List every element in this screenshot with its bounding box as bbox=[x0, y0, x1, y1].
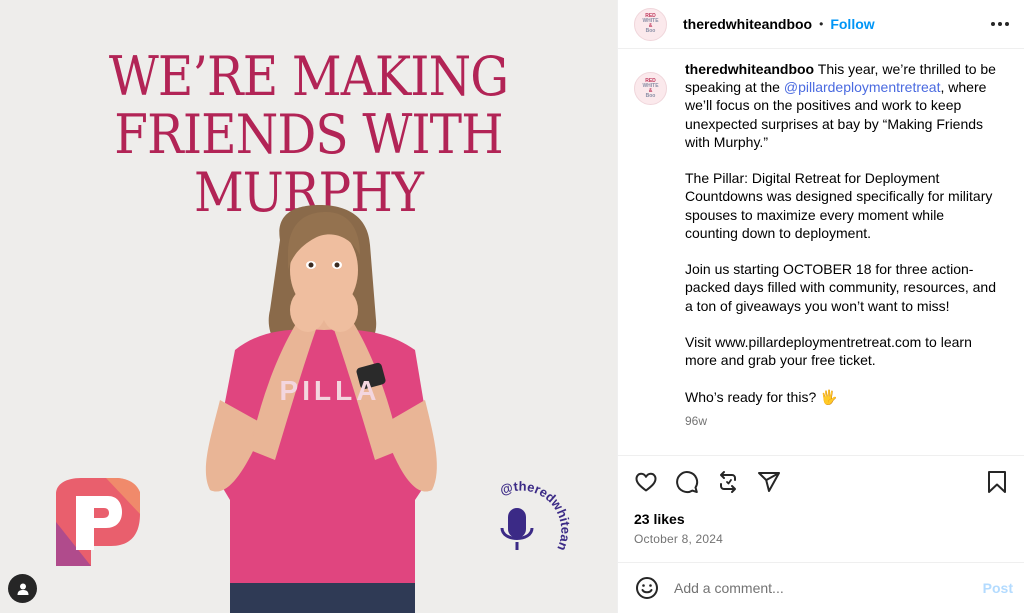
bookmark-icon bbox=[988, 471, 1006, 493]
follow-button[interactable]: Follow bbox=[830, 16, 874, 32]
avatar[interactable]: RED WHITE & Boo bbox=[634, 7, 667, 41]
headline-line-2: FRIENDS WITH bbox=[114, 103, 503, 166]
send-icon bbox=[758, 472, 780, 492]
comment-input[interactable] bbox=[674, 580, 983, 596]
comment-bar: Post bbox=[618, 563, 1024, 613]
caption-para-5: Who’s ready for this? 🖐 bbox=[685, 388, 838, 405]
post-header: RED WHITE & Boo theredwhiteandboo • Foll… bbox=[618, 0, 1024, 49]
post-sidebar: RED WHITE & Boo theredwhiteandboo • Foll… bbox=[617, 0, 1024, 613]
repost-button[interactable] bbox=[716, 470, 740, 494]
post-date[interactable]: October 8, 2024 bbox=[634, 532, 723, 546]
post-headline: WE’RE MAKING FRIENDS WITH MURPHY bbox=[31, 48, 586, 222]
caption-section: RED WHITE & Boo theredwhiteandboo This y… bbox=[618, 60, 1024, 455]
person-photo: PILLA bbox=[205, 205, 437, 613]
send-button[interactable] bbox=[757, 470, 781, 494]
post-comment-button[interactable]: Post bbox=[983, 580, 1013, 596]
action-bar bbox=[634, 468, 1009, 496]
pillar-logo bbox=[56, 478, 140, 566]
header-separator: • bbox=[819, 17, 824, 31]
post-age[interactable]: 96w bbox=[685, 412, 1000, 430]
comment-button[interactable] bbox=[675, 470, 699, 494]
caption-username-link[interactable]: theredwhiteandboo bbox=[685, 61, 814, 77]
emoji-button[interactable] bbox=[634, 575, 660, 601]
comment-icon bbox=[676, 471, 699, 494]
more-options-button[interactable] bbox=[988, 12, 1012, 36]
caption-para-3: Join us starting OCTOBER 18 for three ac… bbox=[685, 261, 996, 314]
tagged-users-button[interactable] bbox=[8, 574, 37, 603]
emoji-icon bbox=[636, 577, 658, 599]
divider bbox=[618, 455, 1024, 456]
caption-para-1: theredwhiteandboo This year, we’re thril… bbox=[685, 61, 996, 150]
caption-para-4: Visit www.pillardeploymentretreat.com to… bbox=[685, 334, 972, 369]
user-icon bbox=[17, 583, 28, 595]
svg-text:@theredwhiteandboo: @theredwhiteandboo bbox=[491, 470, 580, 568]
podcast-badge: @theredwhiteandboo bbox=[491, 470, 580, 568]
heart-icon bbox=[635, 472, 657, 492]
badge-handle-text: @theredwhiteandboo bbox=[491, 470, 580, 568]
caption-avatar[interactable]: RED WHITE & Boo bbox=[634, 72, 667, 105]
caption-para-2: The Pillar: Digital Retreat for Deployme… bbox=[685, 170, 993, 241]
more-icon bbox=[991, 22, 1009, 26]
likes-count[interactable]: 23 likes bbox=[634, 511, 685, 527]
shirt-print: PILLA bbox=[280, 375, 381, 406]
share-icon bbox=[720, 471, 736, 493]
post-image[interactable]: WE’RE MAKING FRIENDS WITH MURPHY PILLA @… bbox=[0, 0, 617, 613]
headline-line-1: WE’RE MAKING bbox=[108, 45, 509, 108]
like-button[interactable] bbox=[634, 470, 658, 494]
mention-link[interactable]: @pillardeploymentretreat bbox=[784, 79, 941, 95]
header-username-link[interactable]: theredwhiteandboo bbox=[683, 16, 812, 32]
save-button[interactable] bbox=[985, 470, 1009, 494]
caption-text: theredwhiteandboo This year, we’re thril… bbox=[685, 60, 1000, 455]
